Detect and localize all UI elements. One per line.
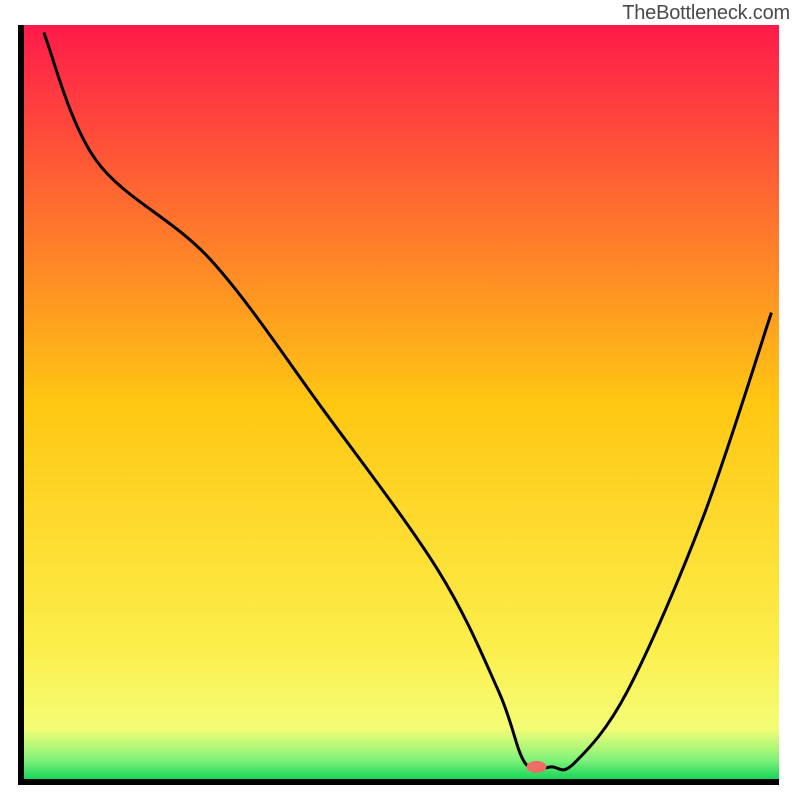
gradient-background	[21, 25, 779, 782]
optimal-marker	[526, 761, 546, 773]
chart-svg	[0, 0, 800, 800]
watermark-text: TheBottleneck.com	[622, 2, 790, 25]
chart-container: TheBottleneck.com	[0, 0, 800, 800]
